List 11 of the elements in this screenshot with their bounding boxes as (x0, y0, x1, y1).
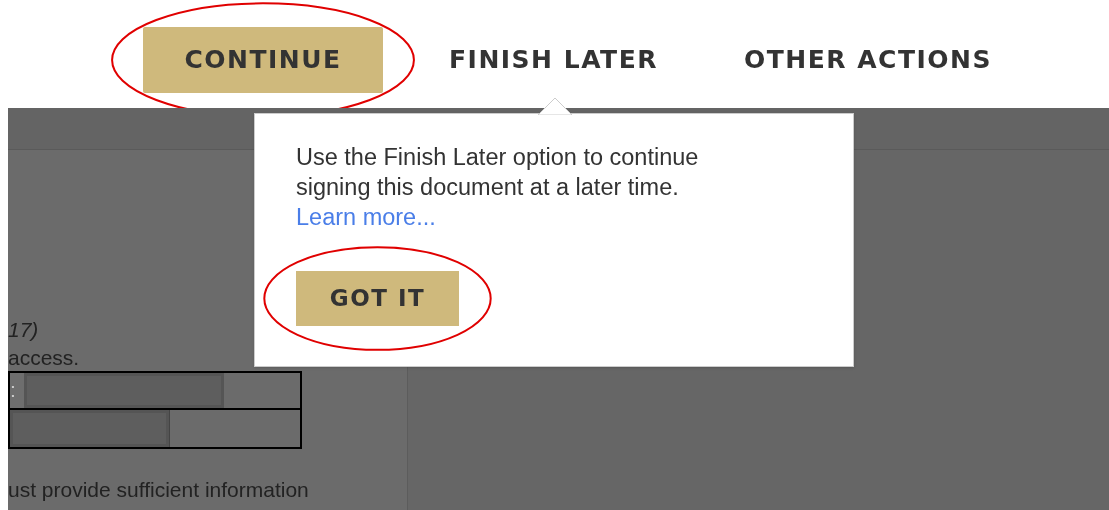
input-field[interactable] (24, 373, 224, 408)
learn-more-link[interactable]: Learn more... (296, 204, 436, 230)
got-it-button[interactable]: GOT IT (296, 271, 459, 326)
popover-message: Use the Finish Later option to continue signing this document at a later time. Learn more... (296, 143, 700, 232)
continue-button[interactable]: CONTINUE (143, 27, 383, 93)
document-text: ust provide sufficient information (8, 477, 310, 503)
document-text: 17) (8, 317, 40, 343)
input-field[interactable] (10, 410, 169, 447)
toolbar-link[interactable]: FINISH LATER (449, 27, 658, 93)
toolbar-link[interactable]: OTHER ACTIONS (743, 27, 992, 93)
document-text: access. (8, 345, 81, 371)
